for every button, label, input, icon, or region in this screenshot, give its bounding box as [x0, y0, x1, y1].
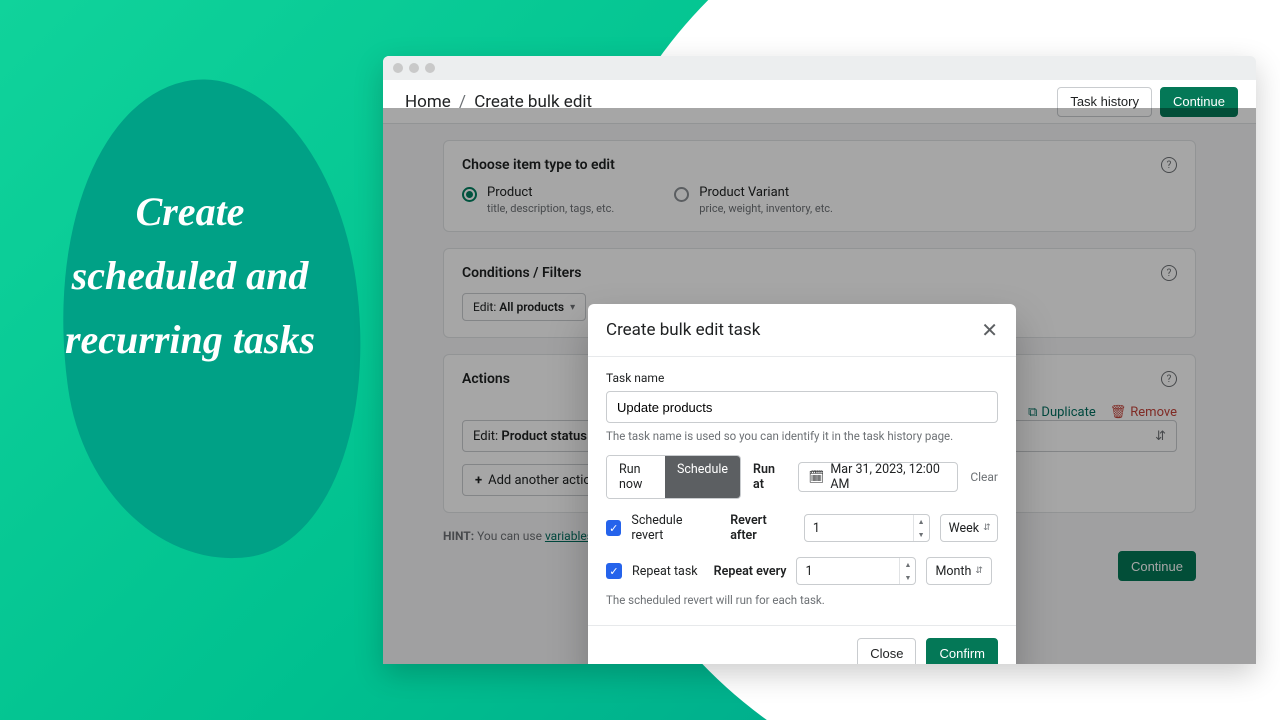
select-caret-icon: ⇵ — [975, 566, 983, 576]
revert-after-label: Revert after — [730, 513, 794, 543]
close-button[interactable]: Close — [857, 638, 916, 664]
select-caret-icon: ⇵ — [983, 523, 991, 533]
schedule-revert-label: Schedule revert — [631, 513, 714, 543]
task-name-input[interactable] — [606, 391, 998, 423]
confirm-button[interactable]: Confirm — [926, 638, 998, 664]
repeat-every-label: Repeat every — [714, 564, 787, 579]
repeat-note: The scheduled revert will run for each t… — [606, 593, 998, 607]
run-at-label: Run at — [753, 462, 785, 492]
task-name-note: The task name is used so you can identif… — [606, 429, 998, 443]
window-titlebar — [383, 56, 1256, 80]
task-name-label: Task name — [606, 371, 998, 385]
run-mode-segment: Run now Schedule — [606, 455, 741, 499]
calendar-icon: 🗓 — [809, 470, 825, 485]
schedule-option[interactable]: Schedule — [665, 456, 740, 498]
promo-headline: Create scheduled and recurring tasks — [60, 180, 320, 372]
clear-date[interactable]: Clear — [970, 470, 998, 484]
modal-title: Create bulk edit task — [606, 320, 760, 340]
run-now-option[interactable]: Run now — [607, 456, 665, 498]
repeat-task-checkbox[interactable]: ✓ — [606, 563, 622, 579]
create-task-modal: Create bulk edit task ✕ Task name The ta… — [588, 304, 1016, 664]
revert-after-input[interactable]: 1 ▲▼ — [804, 514, 930, 542]
app-window: Home / Create bulk edit Task history Con… — [383, 56, 1256, 664]
repeat-task-label: Repeat task — [632, 564, 698, 579]
traffic-light-max[interactable] — [425, 63, 435, 73]
traffic-light-close[interactable] — [393, 63, 403, 73]
run-at-date-picker[interactable]: 🗓 Mar 31, 2023, 12:00 AM — [798, 462, 959, 492]
stepper-icon[interactable]: ▲▼ — [913, 515, 929, 541]
close-icon[interactable]: ✕ — [981, 320, 998, 340]
repeat-unit-select[interactable]: Month⇵ — [926, 557, 991, 585]
revert-unit-select[interactable]: Week⇵ — [940, 514, 998, 542]
repeat-every-input[interactable]: 1 ▲▼ — [796, 557, 916, 585]
schedule-revert-checkbox[interactable]: ✓ — [606, 520, 621, 536]
traffic-light-min[interactable] — [409, 63, 419, 73]
stepper-icon[interactable]: ▲▼ — [899, 558, 915, 584]
